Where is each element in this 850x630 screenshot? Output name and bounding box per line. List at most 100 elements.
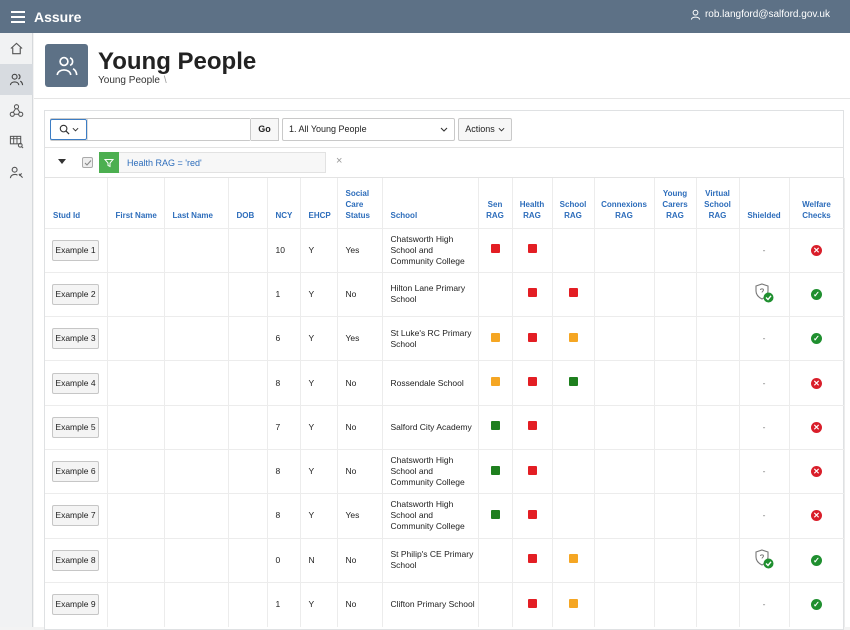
go-button[interactable]: Go bbox=[251, 117, 279, 141]
column-header[interactable]: Virtual School RAG bbox=[696, 178, 740, 228]
dob-cell bbox=[228, 581, 268, 627]
menu-icon[interactable] bbox=[11, 10, 25, 23]
health-rag-cell bbox=[512, 537, 553, 583]
student-id-button[interactable]: Example 4 bbox=[52, 372, 99, 394]
table-row: Example 7 8 Y Yes Chatsworth High School and… bbox=[45, 493, 845, 539]
app-title[interactable]: Assure bbox=[34, 9, 81, 25]
shielded-cell: - bbox=[739, 581, 790, 627]
virtual-school-rag-cell bbox=[696, 493, 740, 539]
column-header[interactable]: School bbox=[382, 178, 479, 228]
stud-id-cell: Example 6 bbox=[45, 448, 108, 494]
welfare-fail-icon: ✕ bbox=[811, 421, 822, 433]
ehcp-cell: Y bbox=[300, 360, 338, 406]
ehcp-cell: Y bbox=[300, 404, 338, 450]
breadcrumb: Young People \ bbox=[98, 75, 167, 86]
main-content: Young People Young People \ Go 1. All You… bbox=[34, 33, 850, 630]
welfare-checks-cell: ✓ bbox=[789, 537, 845, 583]
column-header[interactable]: First Name bbox=[107, 178, 165, 228]
filter-enabled-checkbox[interactable] bbox=[82, 157, 93, 168]
dob-cell bbox=[228, 537, 268, 583]
top-bar: Assure rob.langford@salford.gov.uk bbox=[0, 0, 850, 33]
collapse-toggle-icon[interactable] bbox=[58, 159, 66, 164]
student-id-button[interactable]: Example 2 bbox=[52, 283, 99, 305]
virtual-school-rag-cell bbox=[696, 448, 740, 494]
shielded-cell: - bbox=[739, 493, 790, 539]
school-rag-cell bbox=[552, 316, 595, 361]
sen-rag-cell bbox=[478, 404, 513, 450]
page-icon bbox=[45, 44, 88, 87]
health-rag-cell bbox=[512, 493, 553, 539]
nav-young-people[interactable] bbox=[0, 64, 33, 95]
not-shielded-dash: - bbox=[762, 244, 766, 255]
health-rag-red-indicator bbox=[527, 554, 537, 564]
welfare-checks-cell: ✓ bbox=[789, 316, 845, 361]
health-rag-cell bbox=[512, 581, 553, 627]
saved-report-select[interactable]: 1. All Young People bbox=[282, 117, 455, 141]
virtual-school-rag-cell bbox=[696, 360, 740, 406]
column-header[interactable]: DOB bbox=[228, 178, 268, 228]
column-header[interactable]: Last Name bbox=[164, 178, 229, 228]
health-rag-cell bbox=[512, 404, 553, 450]
sen-rag-amber-indicator bbox=[490, 332, 500, 342]
student-id-button[interactable]: Example 6 bbox=[52, 461, 99, 483]
sen-rag-cell bbox=[478, 581, 513, 627]
remove-filter-icon[interactable]: × bbox=[336, 155, 342, 167]
last-name-cell bbox=[164, 581, 229, 627]
column-header[interactable]: Social Care Status bbox=[337, 178, 383, 228]
column-header[interactable]: Health RAG bbox=[512, 178, 553, 228]
filter-pill[interactable]: Health RAG = 'red' bbox=[99, 152, 326, 173]
last-name-cell bbox=[164, 448, 229, 494]
nav-user-admin[interactable] bbox=[0, 157, 33, 188]
shielded-cell bbox=[739, 537, 790, 583]
search-column-button[interactable] bbox=[50, 118, 87, 140]
user-email: rob.langford@salford.gov.uk bbox=[704, 9, 830, 20]
student-id-button[interactable]: Example 8 bbox=[52, 549, 99, 571]
column-header[interactable]: Stud Id bbox=[45, 178, 108, 228]
search-input[interactable] bbox=[87, 118, 250, 140]
school-rag-cell bbox=[552, 537, 595, 583]
school-cell: Salford City Academy bbox=[382, 404, 479, 450]
student-id-button[interactable]: Example 7 bbox=[52, 505, 99, 527]
column-header[interactable]: Welfare Checks bbox=[789, 178, 845, 228]
ehcp-cell: Y bbox=[300, 271, 338, 317]
welfare-checks-cell: ✕ bbox=[789, 448, 845, 494]
table-row: Example 2 1 Y No Hilton Lane Primary School ✓ bbox=[45, 271, 845, 317]
nav-network[interactable] bbox=[0, 95, 33, 126]
school-rag-cell bbox=[552, 448, 595, 494]
nav-reports[interactable] bbox=[0, 126, 33, 157]
school-rag-amber-indicator bbox=[568, 332, 578, 342]
school-cell: St Luke's RC Primary School bbox=[382, 316, 479, 361]
report-table: Stud Id First Name Last Name DOB NCY EHCP Soci… bbox=[45, 178, 845, 627]
column-header[interactable]: Young Carers RAG bbox=[654, 178, 697, 228]
table-row: Example 9 1 Y No Clifton Primary School - ✓ bbox=[45, 581, 845, 627]
student-id-button[interactable]: Example 1 bbox=[52, 239, 99, 261]
ehcp-cell: Y bbox=[300, 448, 338, 494]
social-care-cell: No bbox=[337, 581, 383, 627]
breadcrumb-separator: \ bbox=[163, 75, 167, 86]
student-id-button[interactable]: Example 9 bbox=[52, 594, 99, 616]
connexions-rag-cell bbox=[594, 537, 655, 583]
column-header[interactable]: EHCP bbox=[300, 178, 338, 228]
virtual-school-rag-cell bbox=[696, 271, 740, 317]
first-name-cell bbox=[107, 581, 165, 627]
student-id-button[interactable]: Example 5 bbox=[52, 416, 99, 438]
column-header[interactable]: Sen RAG bbox=[478, 178, 513, 228]
column-header[interactable]: School RAG bbox=[552, 178, 595, 228]
column-header[interactable]: NCY bbox=[267, 178, 301, 228]
search-group bbox=[50, 117, 251, 141]
user-menu[interactable]: rob.langford@salford.gov.uk bbox=[690, 9, 830, 20]
column-header[interactable]: Connexions RAG bbox=[594, 178, 655, 228]
nav-home[interactable] bbox=[0, 33, 33, 64]
column-header[interactable]: Shielded bbox=[739, 178, 790, 228]
breadcrumb-item[interactable]: Young People bbox=[98, 75, 160, 86]
actions-button[interactable]: Actions bbox=[458, 117, 512, 141]
health-rag-red-indicator bbox=[527, 244, 537, 254]
shielded-cell: - bbox=[739, 404, 790, 450]
welfare-ok-icon: ✓ bbox=[811, 599, 822, 611]
report-icon bbox=[9, 135, 24, 149]
stud-id-cell: Example 1 bbox=[45, 227, 108, 273]
chevron-down-icon bbox=[72, 127, 78, 131]
school-cell: Chatsworth High School and Community Col… bbox=[382, 227, 479, 273]
shielded-icon bbox=[755, 283, 774, 303]
student-id-button[interactable]: Example 3 bbox=[52, 328, 99, 350]
